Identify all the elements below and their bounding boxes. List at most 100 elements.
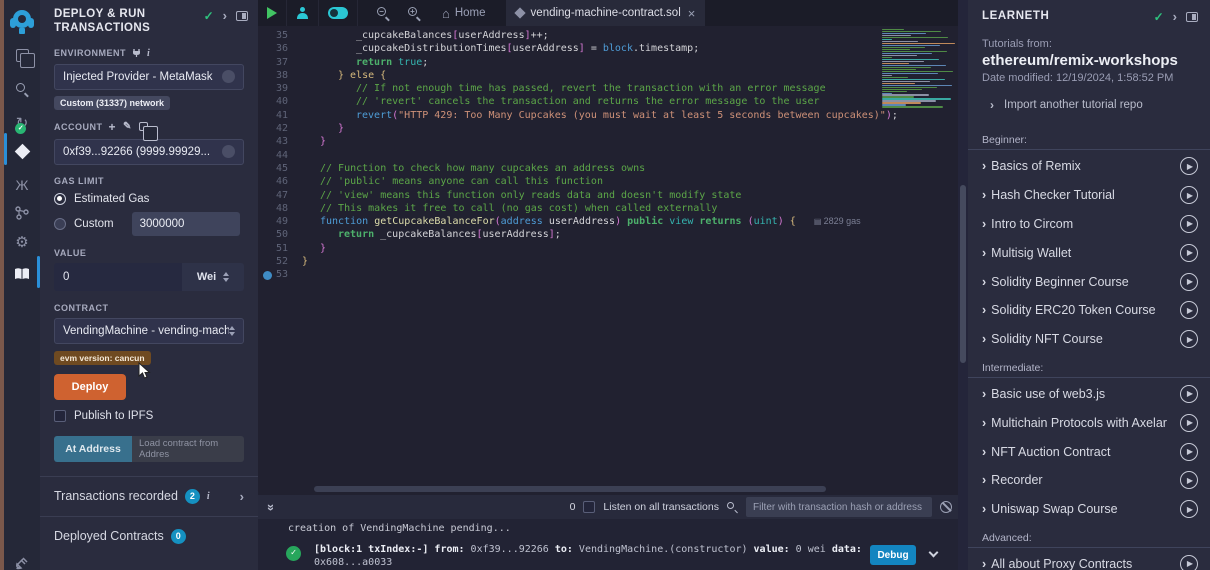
code-line[interactable]: 43}	[258, 135, 958, 148]
tutorial-item[interactable]: ›Solidity NFT Course▶	[968, 325, 1210, 354]
debugger-icon[interactable]: Ж	[4, 170, 40, 200]
settings-icon[interactable]: ⚙	[4, 227, 40, 257]
chevron-right-icon[interactable]: ›	[982, 445, 986, 459]
start-tutorial-play-icon[interactable]: ▶	[1180, 555, 1198, 570]
zoom-in-button[interactable]: +	[399, 0, 430, 26]
search-icon[interactable]	[4, 74, 40, 104]
pin-panel-icon[interactable]	[236, 11, 248, 21]
estimated-gas-radio[interactable]	[54, 193, 66, 205]
ai-assistant-button[interactable]	[287, 0, 319, 26]
tutorial-item[interactable]: ›NFT Auction Contract▶	[968, 437, 1210, 466]
add-account-icon[interactable]: +	[109, 120, 117, 134]
start-tutorial-play-icon[interactable]: ▶	[1180, 414, 1198, 432]
terminal-search-icon[interactable]	[727, 502, 738, 513]
clear-console-icon[interactable]	[940, 501, 952, 513]
start-tutorial-play-icon[interactable]: ▶	[1180, 244, 1198, 262]
transactions-recorded-row[interactable]: Transactions recorded 2 i ›	[40, 477, 258, 516]
git-icon[interactable]	[4, 198, 40, 228]
publish-ipfs-checkbox[interactable]	[54, 410, 66, 422]
start-tutorial-play-icon[interactable]: ▶	[1180, 471, 1198, 489]
code-line[interactable]: 53	[258, 268, 958, 281]
chevron-right-icon[interactable]: ›	[982, 303, 986, 317]
code-line[interactable]: 46// 'public' means anyone can call this…	[258, 175, 958, 188]
transaction-log-row[interactable]: ✓ [block:1 txIndex:-] from: 0xf39...9226…	[258, 534, 958, 570]
custom-gas-radio[interactable]	[54, 218, 66, 230]
home-tab[interactable]: ⌂ Home	[430, 0, 498, 26]
code-line[interactable]: 39// If not enough time has passed, reve…	[258, 82, 958, 95]
custom-gas-input[interactable]: 3000000	[132, 212, 240, 236]
horizontal-scrollbar[interactable]	[314, 486, 826, 492]
code-line[interactable]: 50return _cupcakeBalances[userAddress];	[258, 228, 958, 241]
listen-transactions-checkbox[interactable]	[583, 501, 595, 513]
start-tutorial-play-icon[interactable]: ▶	[1180, 301, 1198, 319]
transactions-expand-icon[interactable]: ›	[240, 489, 244, 504]
deploy-run-icon[interactable]	[4, 136, 40, 166]
tutorial-item[interactable]: ›Recorder▶	[968, 466, 1210, 495]
code-line[interactable]: 48// This makes it free to call (no gas …	[258, 202, 958, 215]
at-address-input[interactable]: Load contract from Addres	[132, 436, 244, 462]
at-address-button[interactable]: At Address	[54, 436, 132, 462]
code-line[interactable]: 41revert("HTTP 429: Too Many Cupcakes (y…	[258, 109, 958, 122]
debug-button[interactable]: Debug	[870, 545, 916, 565]
plug-icon[interactable]	[132, 48, 141, 58]
transaction-filter-input[interactable]: Filter with transaction hash or address	[746, 497, 932, 517]
chevron-right-icon[interactable]: ›	[982, 217, 986, 231]
start-tutorial-play-icon[interactable]: ▶	[1180, 385, 1198, 403]
code-line[interactable]: 37return true;	[258, 56, 958, 69]
tutorial-item[interactable]: ›Intro to Circom▶	[968, 210, 1210, 239]
code-line[interactable]: 44	[258, 149, 958, 162]
tutorial-item[interactable]: ›Solidity ERC20 Token Course▶	[968, 296, 1210, 325]
value-input[interactable]: 0	[54, 263, 182, 291]
code-line[interactable]: 40// 'revert' cancels the transaction an…	[258, 95, 958, 108]
close-tab-icon[interactable]: ×	[688, 6, 696, 21]
tutorial-item[interactable]: ›Hash Checker Tutorial▶	[968, 181, 1210, 210]
deploy-button[interactable]: Deploy	[54, 374, 126, 400]
code-line[interactable]: 51}	[258, 242, 958, 255]
unit-stepper-icon[interactable]	[223, 272, 229, 282]
contract-select[interactable]: VendingMachine - vending-machin	[54, 318, 244, 344]
tutorial-item[interactable]: ›Multisig Wallet▶	[968, 238, 1210, 267]
chevron-right-icon[interactable]: ›	[982, 502, 986, 516]
plugin-manager-icon[interactable]	[4, 548, 40, 570]
chevron-right-icon[interactable]: ›	[982, 188, 986, 202]
chevron-right-icon[interactable]: ›	[982, 246, 986, 260]
chevron-right-icon[interactable]: ›	[982, 332, 986, 346]
vertical-scrollbar[interactable]	[960, 185, 966, 363]
transactions-info-icon[interactable]: i	[207, 491, 210, 502]
copy-account-icon[interactable]	[139, 122, 148, 131]
start-tutorial-play-icon[interactable]: ▶	[1180, 273, 1198, 291]
start-tutorial-play-icon[interactable]: ▶	[1180, 157, 1198, 175]
run-script-button[interactable]	[258, 0, 287, 26]
environment-info-icon[interactable]: i	[147, 48, 150, 59]
chevron-right-icon[interactable]: ›	[982, 387, 986, 401]
code-line[interactable]: 38} else {	[258, 69, 958, 82]
code-line[interactable]: 47// 'view' means this function only rea…	[258, 189, 958, 202]
start-tutorial-play-icon[interactable]: ▶	[1180, 186, 1198, 204]
chevron-right-icon[interactable]: ›	[982, 159, 986, 173]
minimap[interactable]	[878, 26, 956, 112]
tab-vending-machine-contract[interactable]: vending-machine-contract.sol ×	[506, 0, 706, 26]
chevron-right-icon[interactable]: ›	[982, 275, 986, 289]
copilot-toggle[interactable]	[319, 0, 358, 26]
start-tutorial-play-icon[interactable]: ▶	[1180, 330, 1198, 348]
start-tutorial-play-icon[interactable]: ▶	[1180, 500, 1198, 518]
code-line[interactable]: 35_cupcakeBalances[userAddress]++;	[258, 29, 958, 42]
tutorial-item[interactable]: ›Basic use of web3.js▶	[968, 380, 1210, 409]
deployed-contracts-row[interactable]: Deployed Contracts 0	[40, 517, 258, 556]
tutorial-item[interactable]: ›Basics of Remix▶	[968, 152, 1210, 181]
edit-account-icon[interactable]: ✎	[123, 121, 132, 132]
start-tutorial-play-icon[interactable]: ▶	[1180, 215, 1198, 233]
tutorial-item[interactable]: ›Uniswap Swap Course▶	[968, 495, 1210, 524]
code-line[interactable]: 45// Function to check how many cupcakes…	[258, 162, 958, 175]
tutorial-item[interactable]: ›Solidity Beginner Course▶	[968, 267, 1210, 296]
chevron-right-icon[interactable]: ›	[982, 416, 986, 430]
code-line[interactable]: 52}	[258, 255, 958, 268]
tutorial-item[interactable]: ›Multichain Protocols with Axelar▶	[968, 408, 1210, 437]
code-editor[interactable]: 35_cupcakeBalances[userAddress]++;36_cup…	[258, 26, 958, 495]
tutorial-item[interactable]: ›All about Proxy Contracts▶	[968, 550, 1210, 570]
learneth-pin-icon[interactable]	[1186, 12, 1198, 22]
file-explorer-icon[interactable]	[4, 40, 40, 70]
remix-logo[interactable]	[4, 6, 40, 36]
start-tutorial-play-icon[interactable]: ▶	[1180, 443, 1198, 461]
code-line[interactable]: 42}	[258, 122, 958, 135]
